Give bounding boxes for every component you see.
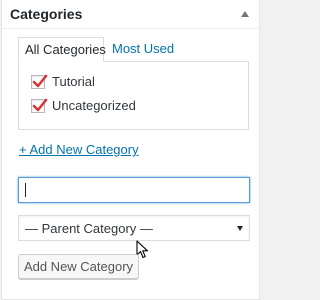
parent-category-value: — Parent Category — — [25, 221, 153, 236]
checkmark-icon — [32, 74, 48, 88]
parent-category-select[interactable]: — Parent Category — — [18, 215, 250, 241]
category-label: Uncategorized — [52, 98, 136, 113]
add-new-category-link[interactable]: + Add New Category — [19, 142, 139, 157]
add-new-category-button[interactable]: Add New Category — [18, 254, 139, 279]
tab-most-used[interactable]: Most Used — [112, 37, 174, 62]
triangle-up-icon[interactable] — [241, 11, 249, 17]
category-label: Tutorial — [52, 74, 95, 89]
text-caret — [25, 183, 26, 197]
panel-header[interactable]: Categories — [2, 0, 261, 29]
checkmark-icon — [32, 98, 48, 112]
new-category-input[interactable] — [18, 177, 250, 203]
checkbox-tutorial[interactable] — [31, 74, 48, 89]
category-checklist: Tutorial Uncategorized — [18, 61, 249, 130]
panel-title: Categories — [10, 6, 83, 22]
checkbox-uncategorized[interactable] — [31, 98, 48, 113]
chevron-down-icon — [237, 226, 243, 231]
tab-all-categories[interactable]: All Categories — [18, 37, 106, 62]
